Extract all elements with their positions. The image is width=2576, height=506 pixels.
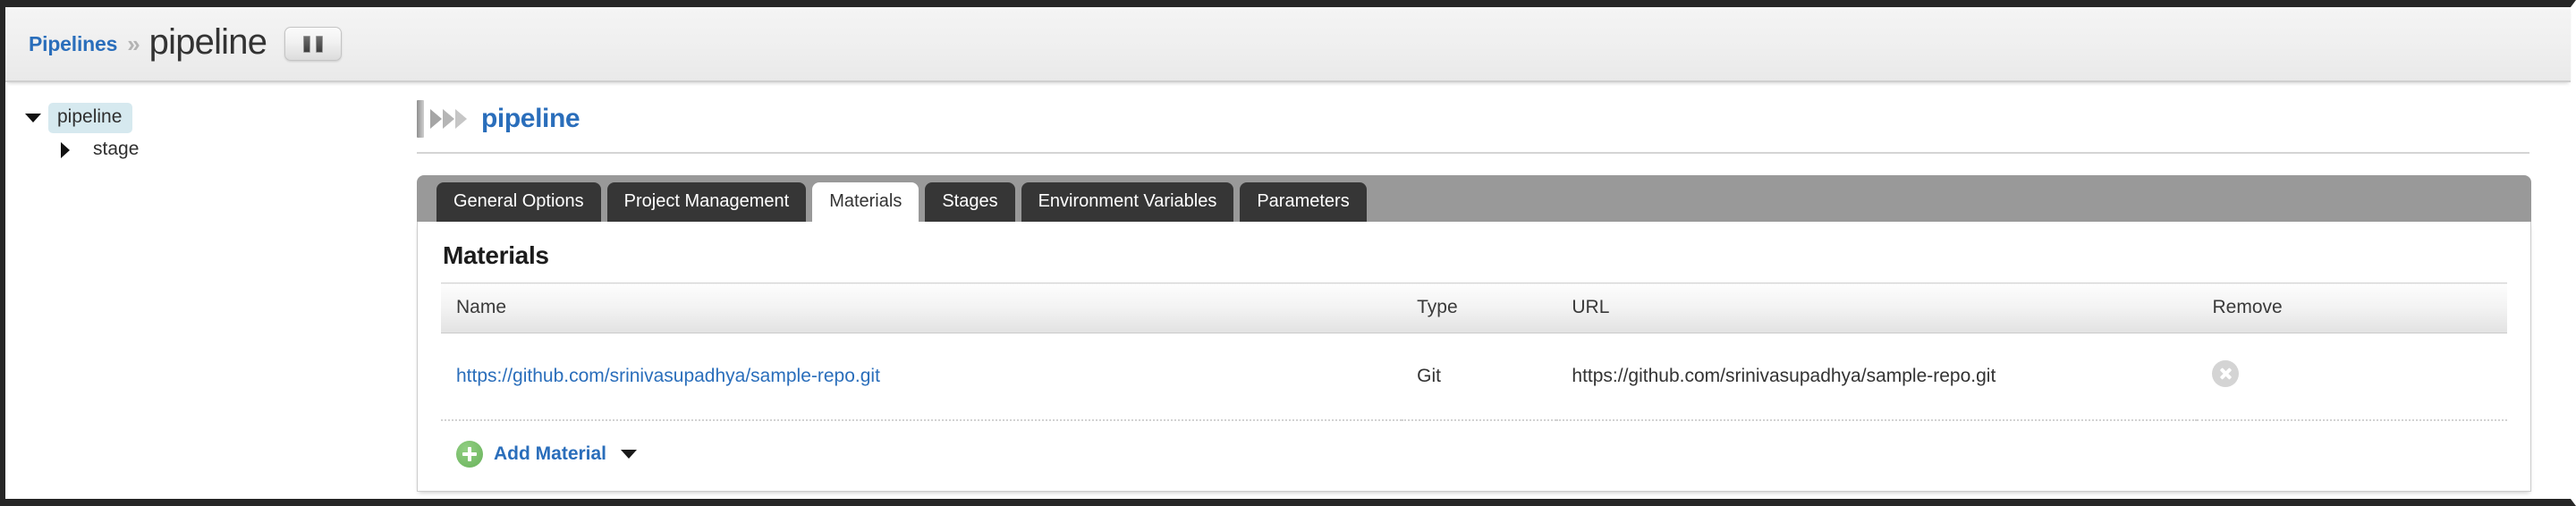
tab-general-options[interactable]: General Options bbox=[436, 182, 601, 222]
tab-project-management[interactable]: Project Management bbox=[606, 182, 807, 222]
cell-material-remove bbox=[2197, 333, 2507, 421]
cell-material-type: Git bbox=[1402, 333, 1557, 421]
chevron-right-icon bbox=[61, 142, 70, 158]
materials-table-body: https://github.com/srinivasupadhya/sampl… bbox=[441, 333, 2507, 421]
expand-collapse-toggle-pipeline[interactable] bbox=[25, 114, 48, 122]
page-title: pipeline bbox=[481, 104, 580, 133]
tab-environment-variables[interactable]: Environment Variables bbox=[1021, 182, 1234, 222]
materials-panel: Materials Name Type URL Remove https://g… bbox=[417, 222, 2531, 492]
pipeline-title-row: pipeline bbox=[417, 100, 2529, 154]
pause-button[interactable] bbox=[284, 27, 343, 61]
tab-materials[interactable]: Materials bbox=[812, 182, 919, 222]
table-header-row: Name Type URL Remove bbox=[441, 283, 2507, 333]
cell-material-url: https://github.com/srinivasupadhya/sampl… bbox=[1556, 333, 2198, 421]
sidebar-item-label-stage: stage bbox=[93, 139, 140, 160]
expand-collapse-toggle-stage[interactable] bbox=[61, 142, 84, 158]
remove-circle-icon[interactable] bbox=[2212, 360, 2240, 387]
chevron-right-icon-1 bbox=[430, 109, 442, 129]
column-header-name: Name bbox=[441, 283, 1402, 333]
body-wrapper: pipeline stage pipeline General Options … bbox=[5, 82, 2571, 499]
main-content: pipeline General Options Project Managem… bbox=[410, 82, 2571, 499]
breadcrumb-bar: Pipelines » pipeline bbox=[5, 7, 2571, 82]
breadcrumb-separator-icon: » bbox=[127, 30, 140, 57]
breadcrumb-current-pipeline: pipeline bbox=[148, 22, 267, 62]
breadcrumb-pipelines-link[interactable]: Pipelines bbox=[29, 32, 117, 56]
tab-parameters[interactable]: Parameters bbox=[1240, 182, 1367, 222]
column-header-url: URL bbox=[1556, 283, 2198, 333]
pipeline-icon-bar bbox=[417, 100, 424, 138]
pipeline-tree-sidebar: pipeline stage bbox=[5, 82, 410, 499]
sidebar-item-label-pipeline: pipeline bbox=[48, 103, 133, 133]
settings-tab-strip: General Options Project Management Mater… bbox=[417, 175, 2531, 222]
add-material-row: Add Material bbox=[441, 421, 2507, 469]
app-root: Pipelines » pipeline pipeline stage pipe… bbox=[0, 0, 2576, 506]
table-row: https://github.com/srinivasupadhya/sampl… bbox=[441, 333, 2507, 421]
chevron-right-icon-3 bbox=[455, 109, 467, 129]
add-material-button[interactable]: Add Material bbox=[494, 443, 606, 465]
pipeline-chevrons-icon bbox=[430, 109, 467, 129]
plus-circle-icon[interactable] bbox=[456, 441, 483, 468]
materials-table-head: Name Type URL Remove bbox=[441, 283, 2507, 333]
chevron-down-icon[interactable] bbox=[621, 450, 638, 459]
material-name-link[interactable]: https://github.com/srinivasupadhya/sampl… bbox=[456, 366, 880, 386]
sidebar-item-pipeline[interactable]: pipeline bbox=[5, 102, 410, 134]
cell-material-name: https://github.com/srinivasupadhya/sampl… bbox=[441, 333, 1402, 421]
pause-icon-bar-left bbox=[303, 35, 311, 53]
panel-heading: Materials bbox=[443, 241, 549, 269]
column-header-type: Type bbox=[1402, 283, 1557, 333]
chevron-down-icon bbox=[25, 114, 41, 122]
column-header-remove: Remove bbox=[2197, 283, 2507, 333]
pause-icon-bar-right bbox=[316, 35, 324, 53]
tab-stages[interactable]: Stages bbox=[925, 182, 1015, 222]
sidebar-item-stage[interactable]: stage bbox=[5, 134, 410, 166]
materials-table: Name Type URL Remove https://github.com/… bbox=[441, 283, 2507, 421]
chevron-right-icon-2 bbox=[443, 109, 454, 129]
